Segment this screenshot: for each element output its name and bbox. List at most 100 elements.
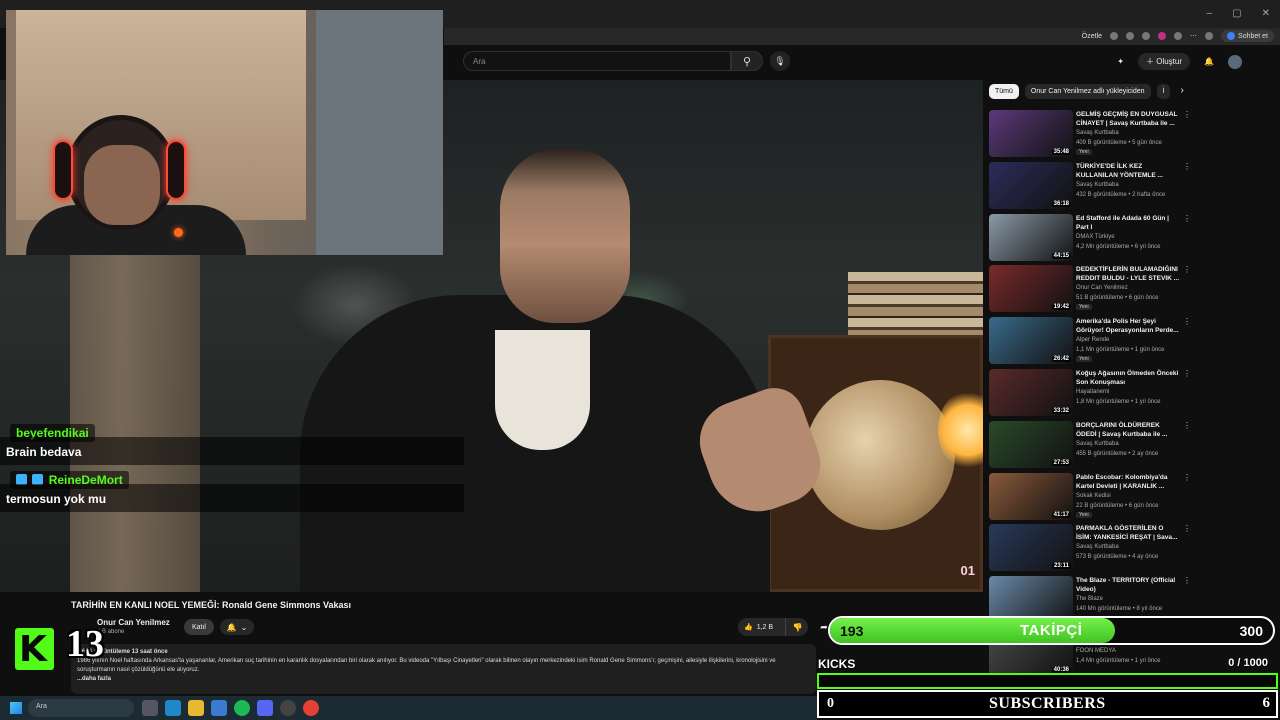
recommendation-thumbnail[interactable]: 19:42: [989, 265, 1073, 313]
share-icon[interactable]: [1110, 32, 1119, 40]
recommendation-channel[interactable]: The Blaze: [1076, 596, 1103, 602]
search-input[interactable]: Ara: [463, 51, 731, 71]
recommendation-item[interactable]: 27:53 BORÇLARINI ÖLDÜREREK ÖDEDİ | Savaş …: [989, 420, 1191, 471]
recommendation-item[interactable]: 35:48 GELMİŞ GEÇMİŞ EN DUYGUSAL CİNAYET |…: [989, 110, 1191, 160]
close-icon[interactable]: ✕: [1262, 8, 1270, 19]
recommendation-channel[interactable]: Savaş Kurtbaba: [1076, 441, 1119, 447]
cast-icon[interactable]: ✦: [1117, 57, 1124, 66]
recommendation-title[interactable]: Pablo Escobar: Kolombiya'da Kartel Devle…: [1076, 473, 1180, 491]
description-more-link[interactable]: ...daha fazla: [77, 675, 810, 684]
recommendation-item[interactable]: 41:17 Pablo Escobar: Kolombiya'da Kartel …: [989, 472, 1191, 523]
task-view-icon[interactable]: [142, 700, 158, 716]
kick-viewer-count: 13: [66, 623, 104, 665]
recommendation-thumbnail[interactable]: 44:15: [989, 213, 1073, 261]
minimize-icon[interactable]: –: [1207, 8, 1213, 19]
recommendation-title[interactable]: PARMAKLA GÖSTERİLEN O İSİM: YANKESİCİ RE…: [1076, 524, 1180, 542]
recommendation-thumbnail[interactable]: 27:53: [989, 420, 1073, 468]
chevron-right-icon[interactable]: ›: [1176, 84, 1187, 99]
recommendation-thumbnail[interactable]: 23:11: [989, 524, 1073, 572]
kicks-label: KICKS: [818, 657, 856, 671]
downloads-icon[interactable]: [1174, 32, 1183, 40]
recommendation-channel[interactable]: FOON MEDYA: [1076, 648, 1116, 654]
recommendation-item[interactable]: 23:11 PARMAKLA GÖSTERİLEN O İSİM: YANKESİ…: [989, 524, 1191, 574]
store-icon[interactable]: [211, 700, 227, 716]
recommendation-channel[interactable]: Savaş Kurtbaba: [1076, 130, 1119, 136]
join-label: Katıl: [191, 623, 206, 631]
more-options-icon[interactable]: ⋮: [1183, 162, 1191, 171]
recommendation-item[interactable]: 33:32 Koğuş Ağasının Ölmeden Önceki Son K…: [989, 369, 1191, 419]
chrome-icon[interactable]: [303, 700, 319, 716]
copilot-icon: [1227, 32, 1236, 40]
profile-icon[interactable]: [1205, 32, 1214, 40]
recommendation-thumbnail[interactable]: 26:42: [989, 317, 1073, 365]
recommendation-thumbnail[interactable]: 36:18: [989, 161, 1073, 209]
recommendation-channel[interactable]: Savaş Kurtbaba: [1076, 182, 1119, 188]
windows-start-icon[interactable]: [10, 702, 22, 714]
account-avatar[interactable]: [1228, 54, 1242, 69]
recommendation-title[interactable]: DEDEKTİFLERİN BULAMADIĞINI REDDIT BULDU …: [1076, 265, 1180, 283]
channel-name[interactable]: Onur Can Yenilmez: [97, 618, 170, 627]
recommendation-thumbnail[interactable]: 41:17: [989, 472, 1073, 520]
more-options-icon[interactable]: ⋮: [1183, 421, 1191, 430]
more-options-icon[interactable]: ⋮: [1183, 473, 1191, 482]
create-button[interactable]: ＋ Oluştur: [1138, 53, 1191, 70]
join-button[interactable]: Katıl: [184, 619, 214, 635]
notifications-bell-icon[interactable]: 🔔: [1204, 57, 1214, 66]
subscriber-label: SUBSCRIBERS: [989, 695, 1106, 712]
sohbet-button[interactable]: Sohbet et: [1221, 30, 1274, 42]
header-actions: ✦ ＋ Oluştur 🔔: [1117, 53, 1242, 70]
discord-icon[interactable]: [257, 700, 273, 716]
recommendation-channel[interactable]: Alper Rende: [1076, 337, 1109, 343]
more-options-icon[interactable]: ⋮: [1183, 214, 1191, 223]
address-bar[interactable]: Özetle ⋯ Sohbet et: [444, 28, 1280, 46]
chip-related[interactable]: İ: [1156, 84, 1171, 99]
extension-icon[interactable]: [1142, 32, 1151, 40]
recommendation-title[interactable]: Amerika'da Polis Her Şeyi Görüyor! Opera…: [1076, 317, 1180, 335]
chip-all[interactable]: Tümü: [989, 84, 1019, 99]
file-explorer-icon[interactable]: [188, 700, 204, 716]
subscribe-bell-button[interactable]: 🔔 ⌄: [220, 619, 254, 635]
recommendation-item[interactable]: 19:42 DEDEKTİFLERİN BULAMADIĞINI REDDIT B…: [989, 265, 1191, 315]
more-options-icon[interactable]: ⋮: [1183, 576, 1191, 585]
recommendation-channel[interactable]: Hayatlanemi: [1076, 389, 1109, 395]
more-options-icon[interactable]: ⋮: [1183, 369, 1191, 378]
recommendation-channel[interactable]: DMAX Türkiye: [1076, 234, 1115, 240]
maximize-icon[interactable]: ▢: [1232, 8, 1241, 19]
recommendation-meta: 22 B görüntüleme • 6 gün önce: [1076, 502, 1159, 509]
recommendation-title[interactable]: TÜRKİYE'DE İLK KEZ KULLANILAN YÖNTEMLE .…: [1076, 162, 1180, 180]
recommendation-thumbnail[interactable]: 33:32: [989, 369, 1073, 416]
more-options-icon[interactable]: ⋮: [1183, 265, 1191, 274]
search-button[interactable]: ⚲: [731, 51, 763, 71]
create-label: Oluştur: [1156, 57, 1183, 66]
voice-search-button[interactable]: 🎙: [770, 51, 790, 71]
more-options-icon[interactable]: ⋮: [1183, 110, 1191, 119]
recommendation-meta: 573 B görüntüleme • 4 ay önce: [1076, 554, 1159, 561]
star-icon[interactable]: [1126, 32, 1135, 40]
recommendation-title[interactable]: Koğuş Ağasının Ölmeden Önceki Son Konuşm…: [1076, 369, 1180, 387]
extension-icon-2[interactable]: [1158, 32, 1167, 40]
recommendation-duration: 26:42: [1051, 356, 1071, 363]
recommendation-item[interactable]: 36:18 TÜRKİYE'DE İLK KEZ KULLANILAN YÖNTE…: [989, 161, 1191, 212]
obs-icon[interactable]: [280, 700, 296, 716]
recommendation-title[interactable]: BORÇLARINI ÖLDÜREREK ÖDEDİ | Savaş Kurtb…: [1076, 421, 1180, 439]
dislike-button[interactable]: 👎: [785, 618, 809, 636]
recommendation-title[interactable]: GELMİŞ GEÇMİŞ EN DUYGUSAL CİNAYET | Sava…: [1076, 110, 1180, 128]
chip-from-uploader[interactable]: Onur Can Yenilmez adlı yükleyiciden: [1024, 84, 1151, 99]
recommendation-thumbnail[interactable]: 35:48: [989, 110, 1073, 157]
recommendation-item[interactable]: 44:15 Ed Stafford ile Adada 60 Gün | Part…: [989, 213, 1191, 264]
edge-icon[interactable]: [165, 700, 181, 716]
more-options-icon[interactable]: ⋮: [1183, 317, 1191, 326]
recommendation-channel[interactable]: Sokak Kedisi: [1076, 493, 1111, 499]
recommendation-item[interactable]: 26:42 Amerika'da Polis Her Şeyi Görüyor! …: [989, 317, 1191, 367]
plus-icon: ＋: [1146, 57, 1154, 66]
spotify-icon[interactable]: [234, 700, 250, 716]
recommendation-title[interactable]: The Blaze - TERRITORY (Official Video): [1076, 576, 1180, 594]
video-description[interactable]: 1.604 görüntüleme 13 saat önce 1986 yılı…: [71, 644, 816, 694]
more-options-icon[interactable]: ⋮: [1183, 524, 1191, 533]
ozetle-button[interactable]: Özetle: [1082, 33, 1102, 40]
recommendation-channel[interactable]: Onur Can Yenilmez: [1076, 285, 1128, 291]
recommendation-title[interactable]: Ed Stafford ile Adada 60 Gün | Part I: [1076, 214, 1180, 232]
recommendation-channel[interactable]: Savaş Kurtbaba: [1076, 544, 1119, 550]
browser-menu-icon[interactable]: ⋯: [1190, 32, 1197, 40]
taskbar-search[interactable]: Ara: [28, 699, 134, 717]
